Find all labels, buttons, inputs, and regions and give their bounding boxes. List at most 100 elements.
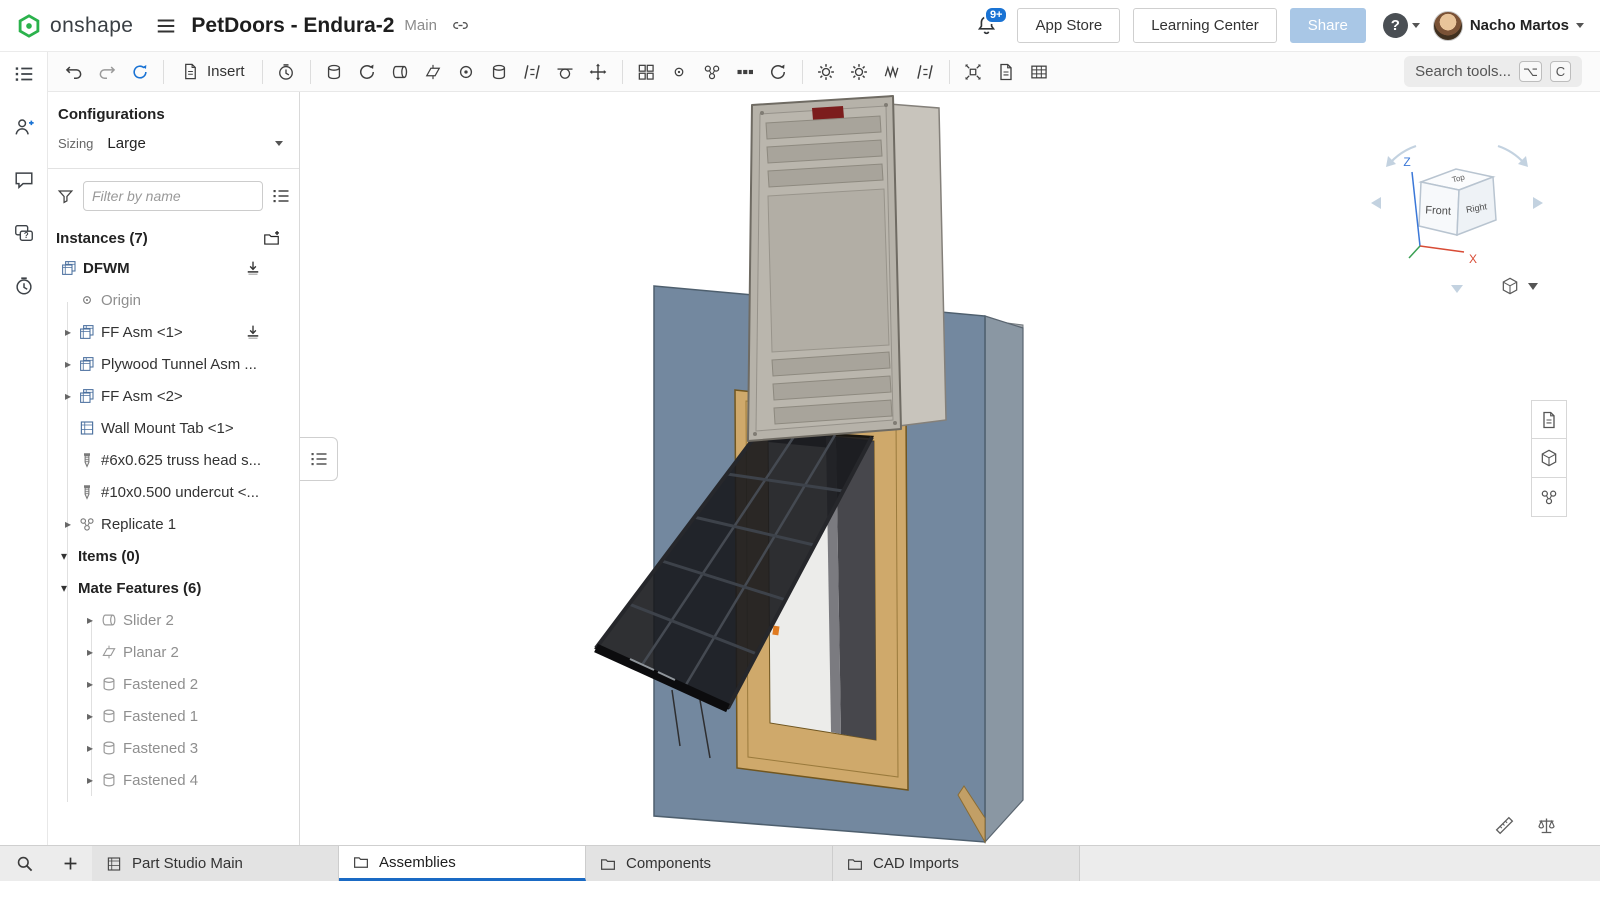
bom-table-button[interactable] bbox=[1024, 56, 1055, 88]
mate-row-planar-2[interactable]: ▸ Planar 2 bbox=[48, 636, 299, 668]
slider-mate-icon bbox=[100, 611, 118, 629]
update-configuration-button[interactable] bbox=[124, 56, 155, 88]
mate-row-fastened-1[interactable]: ▸ Fastened 1 bbox=[48, 700, 299, 732]
panel-collapse-handle[interactable] bbox=[300, 437, 338, 481]
chevron-right-icon[interactable]: ▸ bbox=[60, 357, 76, 371]
mate-features-section-header[interactable]: ▾ Mate Features (6) bbox=[48, 572, 299, 604]
tree-row-plywood-tunnel[interactable]: ▸ Plywood Tunnel Asm ... bbox=[48, 348, 299, 380]
mate-row-fastened-3[interactable]: ▸ Fastened 3 bbox=[48, 732, 299, 764]
door-flap-housing[interactable] bbox=[748, 96, 946, 441]
app-store-button[interactable]: App Store bbox=[1017, 8, 1120, 43]
view-cube[interactable]: Top Front Right Z X bbox=[1371, 146, 1543, 293]
chevron-right-icon[interactable]: ▸ bbox=[82, 773, 98, 787]
mate-row-fastened-4[interactable]: ▸ Fastened 4 bbox=[48, 764, 299, 796]
tab-assemblies[interactable]: Assemblies bbox=[339, 846, 586, 881]
filter-icon[interactable] bbox=[56, 187, 75, 206]
tree-row-undercut-screw[interactable]: #10x0.500 undercut <... bbox=[48, 476, 299, 508]
notifications-button[interactable]: 9+ bbox=[975, 14, 998, 37]
assembly-structure-button[interactable] bbox=[7, 57, 41, 91]
cylindrical-mate-button[interactable] bbox=[484, 56, 515, 88]
help-menu-button[interactable]: ? bbox=[1383, 13, 1420, 38]
circular-pattern-button[interactable] bbox=[763, 56, 794, 88]
view-options-button[interactable] bbox=[1503, 278, 1538, 293]
tree-row-origin[interactable]: Origin bbox=[48, 284, 299, 316]
linear-pattern-button[interactable] bbox=[730, 56, 761, 88]
tree-row-ff-asm-1[interactable]: ▸ FF Asm <1> bbox=[48, 316, 299, 348]
fastened-mate-button[interactable] bbox=[319, 56, 350, 88]
tangent-mate-button[interactable] bbox=[550, 56, 581, 88]
chevron-right-icon[interactable]: ▸ bbox=[82, 709, 98, 723]
revolute-mate-button[interactable] bbox=[352, 56, 383, 88]
follow-mode-button[interactable] bbox=[7, 110, 41, 144]
chevron-down-icon[interactable]: ▾ bbox=[56, 581, 72, 595]
rack-relation-button[interactable] bbox=[844, 56, 875, 88]
pan-left-arrow-icon[interactable] bbox=[1371, 197, 1381, 209]
undo-button[interactable] bbox=[58, 56, 89, 88]
ball-mate-button[interactable] bbox=[451, 56, 482, 88]
exploded-views-button[interactable] bbox=[958, 56, 989, 88]
tree-row-ff-asm-2[interactable]: ▸ FF Asm <2> bbox=[48, 380, 299, 412]
view-cube-front-label[interactable]: Front bbox=[1425, 204, 1451, 217]
toolbar-divider bbox=[949, 60, 950, 84]
workspace-name[interactable]: Main bbox=[404, 17, 437, 34]
tree-row-dfwm[interactable]: DFWM bbox=[48, 252, 299, 284]
graphics-area[interactable]: Top Front Right Z X bbox=[300, 92, 1600, 845]
search-tabs-button[interactable] bbox=[0, 846, 48, 881]
mate-row-fastened-2[interactable]: ▸ Fastened 2 bbox=[48, 668, 299, 700]
chevron-right-icon[interactable]: ▸ bbox=[82, 613, 98, 627]
chevron-right-icon[interactable]: ▸ bbox=[82, 741, 98, 755]
parallel-mate-button[interactable] bbox=[583, 56, 614, 88]
appearance-panel-button[interactable] bbox=[1531, 439, 1567, 478]
tree-row-replicate-1[interactable]: ▸ Replicate 1 bbox=[48, 508, 299, 540]
slider-mate-button[interactable] bbox=[385, 56, 416, 88]
insert-button[interactable]: Insert bbox=[172, 56, 254, 88]
help-forum-button[interactable]: ? bbox=[7, 216, 41, 250]
document-menu-icon[interactable] bbox=[155, 15, 177, 37]
gear-relation-button[interactable] bbox=[811, 56, 842, 88]
configuration-panel-button[interactable] bbox=[1531, 478, 1567, 517]
swap-instance-button[interactable] bbox=[910, 56, 941, 88]
filter-input[interactable] bbox=[83, 181, 263, 211]
tab-cad-imports[interactable]: CAD Imports bbox=[833, 846, 1080, 881]
pin-slot-mate-button[interactable] bbox=[517, 56, 548, 88]
share-button[interactable]: Share bbox=[1290, 8, 1366, 43]
named-positions-button[interactable] bbox=[991, 56, 1022, 88]
chevron-right-icon[interactable]: ▸ bbox=[82, 677, 98, 691]
search-tools-button[interactable]: Search tools... ⌥ C bbox=[1404, 56, 1582, 87]
pan-down-arrow-icon[interactable] bbox=[1451, 285, 1463, 293]
group-button[interactable] bbox=[631, 56, 662, 88]
list-options-icon[interactable] bbox=[271, 186, 291, 206]
chevron-down-icon[interactable]: ▾ bbox=[56, 549, 72, 563]
add-folder-icon[interactable] bbox=[262, 229, 281, 248]
mate-row-slider-2[interactable]: ▸ Slider 2 bbox=[48, 604, 299, 636]
named-views-panel-button[interactable] bbox=[1531, 400, 1567, 439]
user-menu-button[interactable]: Nacho Martos bbox=[1433, 11, 1584, 41]
mate-button[interactable] bbox=[271, 56, 302, 88]
new-tab-button[interactable] bbox=[48, 846, 92, 881]
tree-row-truss-screw[interactable]: #6x0.625 truss head s... bbox=[48, 444, 299, 476]
assembly-viewport-model[interactable]: Top Front Right Z X bbox=[300, 92, 1600, 845]
history-button[interactable] bbox=[7, 269, 41, 303]
tab-components[interactable]: Components bbox=[586, 846, 833, 881]
mate-connector-button[interactable] bbox=[664, 56, 695, 88]
tab-part-studio-main[interactable]: Part Studio Main bbox=[92, 846, 339, 881]
chevron-right-icon[interactable]: ▸ bbox=[82, 645, 98, 659]
tree-row-wall-mount-tab[interactable]: Wall Mount Tab <1> bbox=[48, 412, 299, 444]
screw-relation-button[interactable] bbox=[877, 56, 908, 88]
pan-right-arrow-icon[interactable] bbox=[1533, 197, 1543, 209]
chevron-right-icon[interactable]: ▸ bbox=[60, 389, 76, 403]
mass-properties-button[interactable] bbox=[1532, 812, 1560, 838]
chevron-right-icon[interactable]: ▸ bbox=[60, 325, 76, 339]
redo-button[interactable] bbox=[91, 56, 122, 88]
learning-center-button[interactable]: Learning Center bbox=[1133, 8, 1277, 43]
comments-button[interactable] bbox=[7, 163, 41, 197]
measure-button[interactable] bbox=[1490, 812, 1518, 838]
onshape-logo[interactable]: onshape bbox=[16, 13, 133, 39]
planar-mate-icon bbox=[100, 643, 118, 661]
sizing-dropdown[interactable]: Large bbox=[105, 133, 289, 154]
chevron-right-icon[interactable]: ▸ bbox=[60, 517, 76, 531]
replicate-button[interactable] bbox=[697, 56, 728, 88]
share-link-icon[interactable] bbox=[451, 16, 470, 35]
items-section-header[interactable]: ▾ Items (0) bbox=[48, 540, 299, 572]
planar-mate-button[interactable] bbox=[418, 56, 449, 88]
